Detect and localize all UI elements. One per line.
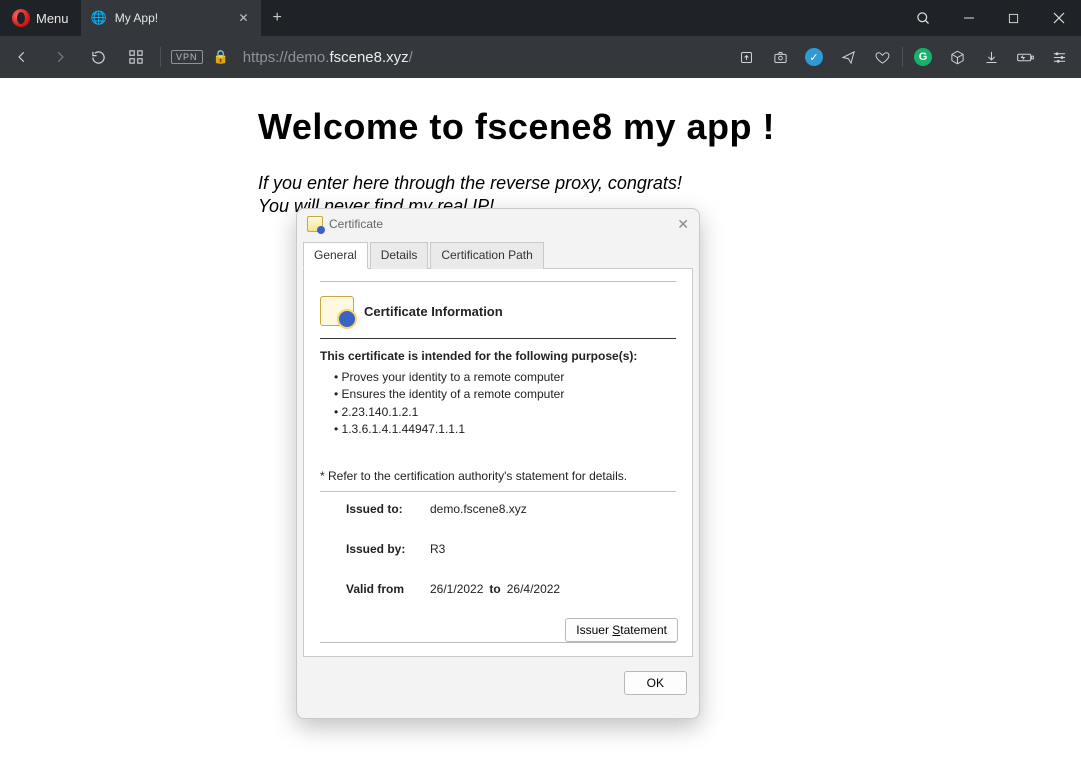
tab-details[interactable]: Details — [370, 242, 429, 269]
url-scheme: https:// — [243, 49, 288, 66]
purpose-heading: This certificate is intended for the fol… — [320, 349, 676, 363]
purpose-item: Ensures the identity of a remote compute… — [334, 386, 676, 403]
issuer-statement-button[interactable]: Issuer Statement — [565, 618, 678, 642]
issued-by-value: R3 — [430, 542, 445, 556]
url-path: / — [409, 49, 413, 66]
certificate-icon — [307, 216, 323, 232]
send-icon[interactable] — [834, 43, 862, 71]
url-display[interactable]: https://demo.fscene8.xyz/ — [243, 49, 413, 66]
cube-icon[interactable] — [943, 43, 971, 71]
vpn-badge[interactable]: VPN — [171, 50, 203, 64]
address-bar: VPN 🔒 https://demo.fscene8.xyz/ ✓ G — [0, 36, 1081, 78]
globe-icon: 🌐 — [91, 10, 107, 26]
window-maximize-button[interactable] — [991, 0, 1036, 36]
separator — [902, 47, 903, 67]
page-heading: Welcome to fscene8 my app ! — [258, 106, 1081, 148]
tab-general[interactable]: General — [303, 242, 368, 269]
nav-back-button[interactable] — [8, 43, 36, 71]
menu-label: Menu — [36, 11, 69, 26]
purpose-item: Proves your identity to a remote compute… — [334, 369, 676, 386]
certificate-large-icon — [320, 296, 354, 326]
window-minimize-button[interactable] — [946, 0, 991, 36]
nav-forward-button[interactable] — [46, 43, 74, 71]
heart-icon[interactable] — [868, 43, 896, 71]
window-controls — [901, 0, 1081, 36]
url-subdomain: demo. — [288, 49, 330, 66]
tab-certification-path[interactable]: Certification Path — [430, 242, 543, 269]
valid-to-label: to — [489, 582, 500, 596]
search-icon[interactable] — [901, 0, 946, 36]
separator — [320, 491, 676, 492]
purpose-item: 1.3.6.1.4.1.44947.1.1.1 — [334, 421, 676, 438]
dialog-close-icon[interactable]: ✕ — [677, 216, 689, 233]
issued-to-label: Issued to: — [346, 502, 430, 516]
separator — [320, 338, 676, 339]
dialog-footer: OK — [297, 663, 699, 695]
adblock-shield-icon[interactable]: ✓ — [800, 43, 828, 71]
battery-icon[interactable] — [1011, 43, 1039, 71]
browser-titlebar: Menu 🌐 My App! ✕ + — [0, 0, 1081, 36]
separator — [160, 47, 161, 67]
ok-button[interactable]: OK — [624, 671, 687, 695]
dialog-tabstrip: General Details Certification Path — [303, 241, 693, 269]
dialog-body: Certificate Information This certificate… — [303, 269, 693, 657]
issued-to-value: demo.fscene8.xyz — [430, 502, 527, 516]
speed-dial-icon[interactable] — [122, 43, 150, 71]
certificate-dialog: Certificate ✕ General Details Certificat… — [296, 208, 700, 719]
new-tab-button[interactable]: + — [261, 0, 294, 36]
tab-title: My App! — [115, 11, 158, 25]
purpose-item: 2.23.140.1.2.1 — [334, 404, 676, 421]
purpose-list: Proves your identity to a remote compute… — [334, 369, 676, 439]
easy-setup-icon[interactable] — [1045, 43, 1073, 71]
url-host: fscene8.xyz — [329, 49, 408, 66]
tab-close-icon[interactable]: ✕ — [238, 11, 248, 25]
share-icon[interactable] — [732, 43, 760, 71]
browser-tab-active[interactable]: 🌐 My App! ✕ — [81, 0, 261, 36]
reload-button[interactable] — [84, 43, 112, 71]
lock-icon[interactable]: 🔒 — [213, 49, 229, 65]
certificate-information-heading: Certificate Information — [364, 304, 503, 319]
opera-logo-icon — [12, 9, 30, 27]
dialog-title: Certificate — [329, 217, 383, 231]
menu-button[interactable]: Menu — [0, 0, 81, 36]
dialog-titlebar: Certificate ✕ — [297, 209, 699, 239]
valid-to-value: 26/4/2022 — [507, 582, 560, 596]
grammarly-icon[interactable]: G — [909, 43, 937, 71]
issued-by-label: Issued by: — [346, 542, 430, 556]
window-close-button[interactable] — [1036, 0, 1081, 36]
page-line-1: If you enter here through the reverse pr… — [258, 172, 1081, 195]
snapshot-icon[interactable] — [766, 43, 794, 71]
valid-from-label: Valid from — [346, 582, 430, 596]
refer-note: * Refer to the certification authority's… — [320, 469, 676, 483]
valid-from-value: 26/1/2022 — [430, 582, 483, 596]
download-icon[interactable] — [977, 43, 1005, 71]
